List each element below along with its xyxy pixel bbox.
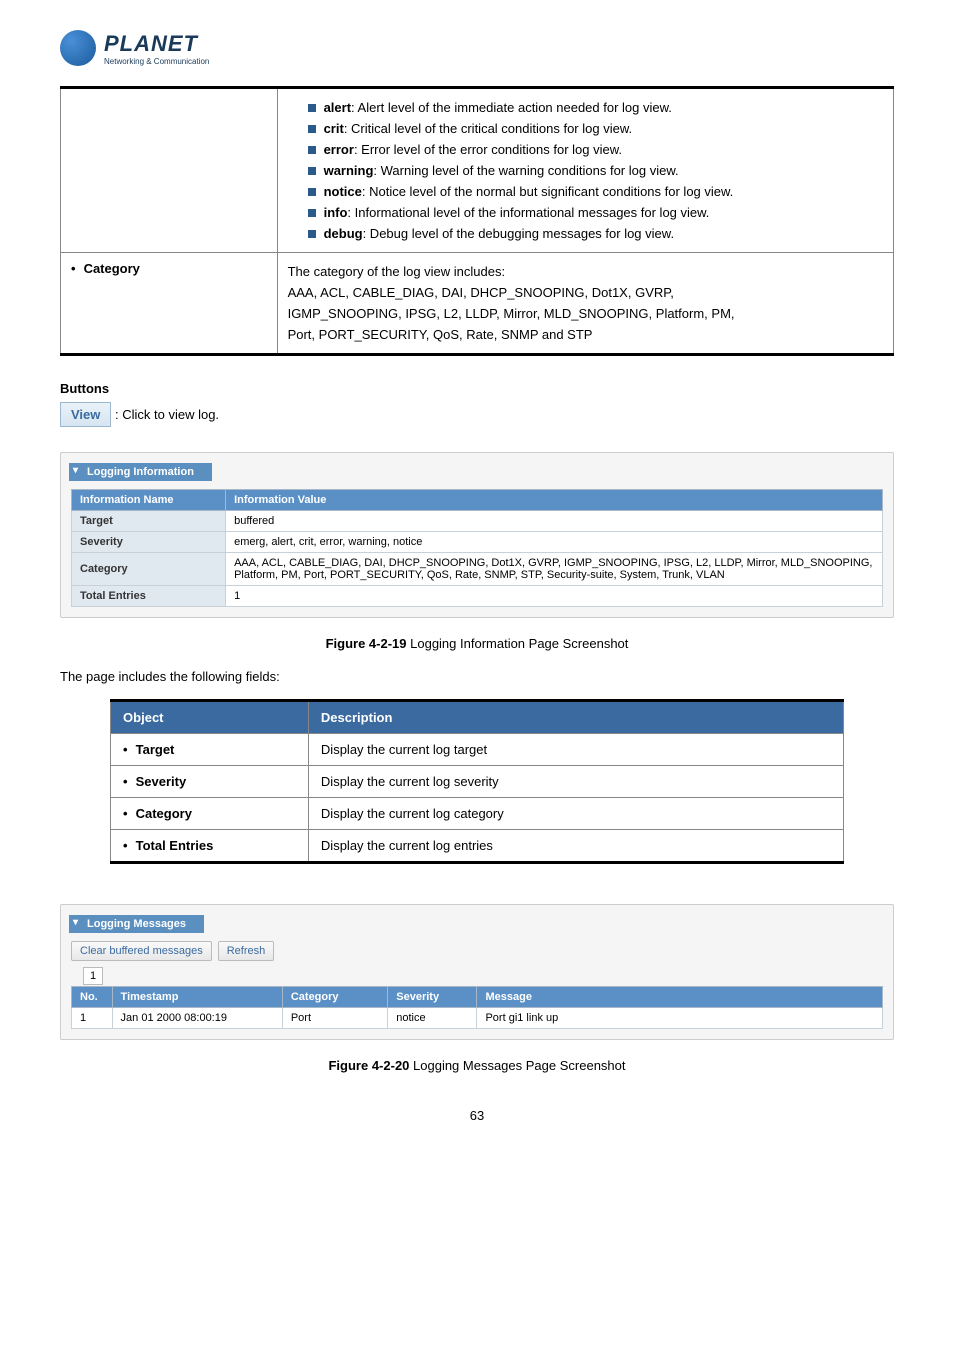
logging-information-panel: Logging Information Information Name Inf… [60, 452, 894, 618]
square-bullet-icon [308, 104, 316, 112]
category-text-line: AAA, ACL, CABLE_DIAG, DAI, DHCP_SNOOPING… [288, 282, 883, 303]
col-message: Message [477, 987, 883, 1008]
table-row: CategoryDisplay the current log category [111, 798, 844, 830]
logo-name: PLANET [104, 31, 209, 57]
info-name-cell: Target [72, 511, 226, 532]
severity-category-table: alert: Alert level of the immediate acti… [60, 86, 894, 356]
table-row: SeverityDisplay the current log severity [111, 766, 844, 798]
table-row: Total Entries1 [72, 586, 883, 607]
severity-level-item: alert: Alert level of the immediate acti… [288, 97, 883, 118]
square-bullet-icon [308, 146, 316, 154]
table-row: TargetDisplay the current log target [111, 734, 844, 766]
description-cell: Display the current log target [308, 734, 843, 766]
description-cell: Display the current log category [308, 798, 843, 830]
cell-timestamp: Jan 01 2000 08:00:19 [112, 1008, 282, 1029]
col-no: No. [72, 987, 113, 1008]
logo-tagline: Networking & Communication [104, 57, 209, 66]
col-info-value: Information Value [226, 490, 883, 511]
table-row: Total EntriesDisplay the current log ent… [111, 830, 844, 863]
severity-level-item: warning: Warning level of the warning co… [288, 160, 883, 181]
category-text-line: IGMP_SNOOPING, IPSG, L2, LLDP, Mirror, M… [288, 303, 883, 324]
col-severity: Severity [388, 987, 477, 1008]
table-row: 1Jan 01 2000 08:00:19PortnoticePort gi1 … [72, 1008, 883, 1029]
table-row: Targetbuffered [72, 511, 883, 532]
category-text-line: Port, PORT_SECURITY, QoS, Rate, SNMP and… [288, 324, 883, 345]
object-cell: Severity [111, 766, 309, 798]
col-object: Object [111, 701, 309, 734]
fields-intro: The page includes the following fields: [60, 669, 894, 684]
figure-caption-1: Figure 4-2-19 Logging Information Page S… [60, 636, 894, 651]
square-bullet-icon [308, 230, 316, 238]
table-row: Severityemerg, alert, crit, error, warni… [72, 532, 883, 553]
cell-severity: notice [388, 1008, 477, 1029]
cell-message: Port gi1 link up [477, 1008, 883, 1029]
figure-caption-2: Figure 4-2-20 Logging Messages Page Scre… [60, 1058, 894, 1073]
info-value-cell: AAA, ACL, CABLE_DIAG, DAI, DHCP_SNOOPING… [226, 553, 883, 586]
panel-title[interactable]: Logging Messages [69, 915, 204, 933]
pager-current-page[interactable]: 1 [83, 967, 103, 985]
clear-buffered-messages-button[interactable]: Clear buffered messages [71, 941, 212, 961]
severity-level-item: info: Informational level of the informa… [288, 202, 883, 223]
view-button-desc: : Click to view log. [115, 407, 219, 422]
info-name-cell: Total Entries [72, 586, 226, 607]
buttons-heading: Buttons [60, 381, 894, 396]
severity-level-item: crit: Critical level of the critical con… [288, 118, 883, 139]
square-bullet-icon [308, 209, 316, 217]
view-button[interactable]: View [60, 402, 111, 427]
category-row-label: Category [71, 261, 140, 276]
description-cell: Display the current log entries [308, 830, 843, 863]
logging-information-table: Information Name Information Value Targe… [71, 489, 883, 607]
square-bullet-icon [308, 125, 316, 133]
logging-messages-table: No. Timestamp Category Severity Message … [71, 986, 883, 1029]
cell-category: Port [282, 1008, 387, 1029]
cell-no: 1 [72, 1008, 113, 1029]
description-cell: Display the current log severity [308, 766, 843, 798]
page-number: 63 [60, 1108, 894, 1123]
panel-title[interactable]: Logging Information [69, 463, 212, 481]
object-cell: Category [111, 798, 309, 830]
info-value-cell: buffered [226, 511, 883, 532]
brand-logo: PLANET Networking & Communication [60, 30, 894, 66]
col-category: Category [282, 987, 387, 1008]
refresh-button[interactable]: Refresh [218, 941, 275, 961]
table-row: CategoryAAA, ACL, CABLE_DIAG, DAI, DHCP_… [72, 553, 883, 586]
object-cell: Total Entries [111, 830, 309, 863]
info-value-cell: emerg, alert, crit, error, warning, noti… [226, 532, 883, 553]
logging-messages-panel: Logging Messages Clear buffered messages… [60, 904, 894, 1040]
severity-level-item: debug: Debug level of the debugging mess… [288, 223, 883, 244]
severity-level-item: notice: Notice level of the normal but s… [288, 181, 883, 202]
object-cell: Target [111, 734, 309, 766]
square-bullet-icon [308, 188, 316, 196]
info-name-cell: Category [72, 553, 226, 586]
col-info-name: Information Name [72, 490, 226, 511]
col-timestamp: Timestamp [112, 987, 282, 1008]
col-description: Description [308, 701, 843, 734]
info-value-cell: 1 [226, 586, 883, 607]
square-bullet-icon [308, 167, 316, 175]
info-name-cell: Severity [72, 532, 226, 553]
category-text-line: The category of the log view includes: [288, 261, 883, 282]
globe-icon [60, 30, 96, 66]
severity-level-item: error: Error level of the error conditio… [288, 139, 883, 160]
object-description-table: Object Description TargetDisplay the cur… [110, 699, 844, 864]
